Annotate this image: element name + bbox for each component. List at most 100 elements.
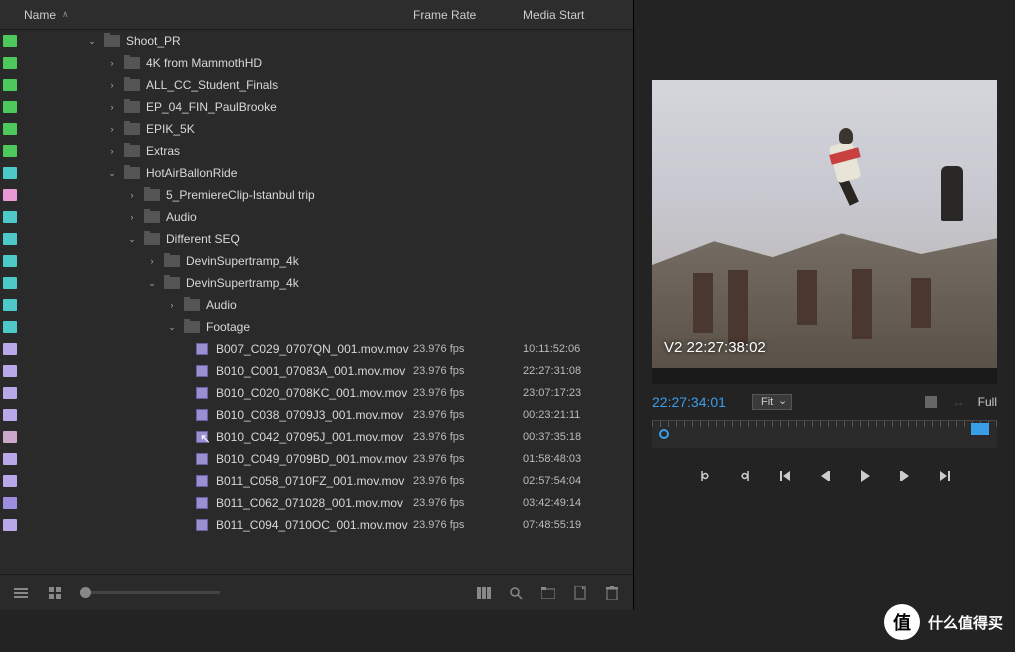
column-frame-rate[interactable]: Frame Rate bbox=[413, 8, 523, 22]
folder-icon bbox=[184, 299, 200, 311]
video-clip-icon bbox=[196, 365, 208, 377]
list-view-button[interactable] bbox=[12, 584, 30, 602]
chevron-down-icon[interactable]: ⌄ bbox=[166, 322, 178, 333]
chevron-right-icon[interactable]: › bbox=[106, 124, 118, 134]
label-color-chip bbox=[3, 79, 17, 91]
item-label: B011_C062_071028_001.mov.mov bbox=[216, 496, 403, 510]
frame-rate-value: 23.976 fps bbox=[413, 497, 523, 509]
bin-row[interactable]: › Audio bbox=[0, 294, 633, 316]
bin-row[interactable]: ›DevinSupertramp_4k bbox=[0, 250, 633, 272]
label-color-chip bbox=[3, 233, 17, 245]
label-color-chip bbox=[3, 475, 17, 487]
find-button[interactable] bbox=[507, 584, 525, 602]
clip-row[interactable]: B011_C094_0710OC_001.mov.mov23.976 fps07… bbox=[0, 514, 633, 536]
clip-row[interactable]: B010_C020_0708KC_001.mov.mov23.976 fps23… bbox=[0, 382, 633, 404]
bin-row[interactable]: ›5_PremiereClip-Istanbul trip bbox=[0, 184, 633, 206]
play-button[interactable] bbox=[855, 466, 875, 486]
go-to-out-button[interactable] bbox=[935, 466, 955, 486]
settings-icon[interactable] bbox=[922, 393, 940, 411]
resolution-label[interactable]: Full bbox=[978, 395, 997, 409]
bin-row[interactable]: ⌄ DevinSupertramp_4k bbox=[0, 272, 633, 294]
chevron-down-icon[interactable]: ⌄ bbox=[86, 36, 98, 47]
chevron-down-icon[interactable]: ⌄ bbox=[146, 278, 158, 289]
bin-row[interactable]: ⌄ HotAirBallonRide bbox=[0, 162, 633, 184]
chevron-down-icon[interactable]: ⌄ bbox=[106, 168, 118, 179]
label-color-chip bbox=[3, 255, 17, 267]
bin-row[interactable]: ›4K from MammothHD bbox=[0, 52, 633, 74]
video-clip-icon bbox=[196, 409, 208, 421]
chevron-right-icon[interactable]: › bbox=[166, 300, 178, 310]
delete-button[interactable] bbox=[603, 584, 621, 602]
playhead-icon[interactable] bbox=[659, 429, 669, 439]
frame-rate-value: 23.976 fps bbox=[413, 343, 523, 355]
chevron-right-icon[interactable]: › bbox=[106, 58, 118, 68]
chevron-right-icon[interactable]: › bbox=[106, 102, 118, 112]
bin-row[interactable]: ⌄Shoot_PR bbox=[0, 30, 633, 52]
chevron-right-icon[interactable]: › bbox=[146, 256, 158, 266]
icon-view-button[interactable] bbox=[46, 584, 64, 602]
step-back-button[interactable] bbox=[815, 466, 835, 486]
label-color-chip bbox=[3, 277, 17, 289]
clip-row[interactable]: B007_C029_0707QN_001.mov.mov23.976 fps10… bbox=[0, 338, 633, 360]
bin-row[interactable]: ›Extras bbox=[0, 140, 633, 162]
zoom-dropdown[interactable]: Fit bbox=[752, 394, 792, 410]
label-color-chip bbox=[3, 57, 17, 69]
item-label: Audio bbox=[206, 298, 237, 312]
frame-rate-value: 23.976 fps bbox=[413, 453, 523, 465]
clip-row[interactable]: B010_C042_07095J_001.mov.mov23.976 fps00… bbox=[0, 426, 633, 448]
folder-icon bbox=[124, 79, 140, 91]
chevron-right-icon[interactable]: › bbox=[106, 146, 118, 156]
thumbnail-size-slider[interactable] bbox=[80, 591, 220, 594]
mark-in-button[interactable] bbox=[695, 466, 715, 486]
project-tree[interactable]: ⌄Shoot_PR›4K from MammothHD›ALL_CC_Stude… bbox=[0, 30, 633, 574]
media-start-value: 00:37:35:18 bbox=[523, 431, 633, 443]
item-label: EPIK_5K bbox=[146, 122, 195, 136]
timeline-ruler[interactable] bbox=[652, 420, 997, 448]
folder-icon bbox=[164, 277, 180, 289]
chevron-right-icon[interactable]: › bbox=[126, 190, 138, 200]
new-bin-button[interactable] bbox=[539, 584, 557, 602]
chevron-right-icon[interactable]: › bbox=[106, 80, 118, 90]
clip-row[interactable]: B010_C038_0709J3_001.mov.mov23.976 fps00… bbox=[0, 404, 633, 426]
column-name[interactable]: Name ∧ bbox=[24, 8, 413, 22]
media-start-value: 10:11:52:06 bbox=[523, 343, 633, 355]
video-monitor[interactable]: V2 22:27:38:02 bbox=[652, 80, 997, 368]
clip-row[interactable]: B010_C001_07083A_001.mov.mov23.976 fps22… bbox=[0, 360, 633, 382]
video-clip-icon bbox=[196, 475, 208, 487]
item-label: HotAirBallonRide bbox=[146, 166, 237, 180]
clip-row[interactable]: B010_C049_0709BD_001.mov.mov23.976 fps01… bbox=[0, 448, 633, 470]
bin-row[interactable]: ›EP_04_FIN_PaulBrooke bbox=[0, 96, 633, 118]
chevron-right-icon[interactable]: › bbox=[126, 212, 138, 222]
bin-row[interactable]: ›ALL_CC_Student_Finals bbox=[0, 74, 633, 96]
go-to-in-button[interactable] bbox=[775, 466, 795, 486]
video-clip-icon bbox=[196, 387, 208, 399]
label-color-chip bbox=[3, 453, 17, 465]
frame-rate-value: 23.976 fps bbox=[413, 431, 523, 443]
chevron-down-icon[interactable]: ⌄ bbox=[126, 234, 138, 245]
step-forward-button[interactable] bbox=[895, 466, 915, 486]
playhead-timecode[interactable]: 22:27:34:01 bbox=[652, 394, 742, 410]
item-label: B010_C038_0709J3_001.mov.mov bbox=[216, 408, 403, 422]
mark-out-button[interactable] bbox=[735, 466, 755, 486]
clip-row[interactable]: B011_C062_071028_001.mov.mov23.976 fps03… bbox=[0, 492, 633, 514]
label-color-chip bbox=[3, 299, 17, 311]
bin-row[interactable]: ⌄Footage bbox=[0, 316, 633, 338]
watermark-icon: 值 bbox=[884, 604, 920, 640]
monitor-footer bbox=[652, 368, 997, 384]
item-label: DevinSupertramp_4k bbox=[186, 276, 299, 290]
video-clip-icon bbox=[196, 497, 208, 509]
item-label: B010_C001_07083A_001.mov.mov bbox=[216, 364, 405, 378]
output-icon[interactable]: ↔ bbox=[950, 393, 968, 411]
clip-row[interactable]: B011_C058_0710FZ_001.mov.mov23.976 fps02… bbox=[0, 470, 633, 492]
bin-row[interactable]: ⌄Different SEQ bbox=[0, 228, 633, 250]
new-item-button[interactable] bbox=[571, 584, 589, 602]
media-start-value: 22:27:31:08 bbox=[523, 365, 633, 377]
bin-row[interactable]: ›Audio bbox=[0, 206, 633, 228]
folder-icon bbox=[144, 233, 160, 245]
auto-sequence-button[interactable] bbox=[475, 584, 493, 602]
frame-rate-value: 23.976 fps bbox=[413, 409, 523, 421]
media-start-value: 01:58:48:03 bbox=[523, 453, 633, 465]
monitor-controls-row: 22:27:34:01 Fit ↔ Full bbox=[652, 388, 997, 416]
bin-row[interactable]: › EPIK_5K bbox=[0, 118, 633, 140]
column-media-start[interactable]: Media Start bbox=[523, 8, 633, 22]
